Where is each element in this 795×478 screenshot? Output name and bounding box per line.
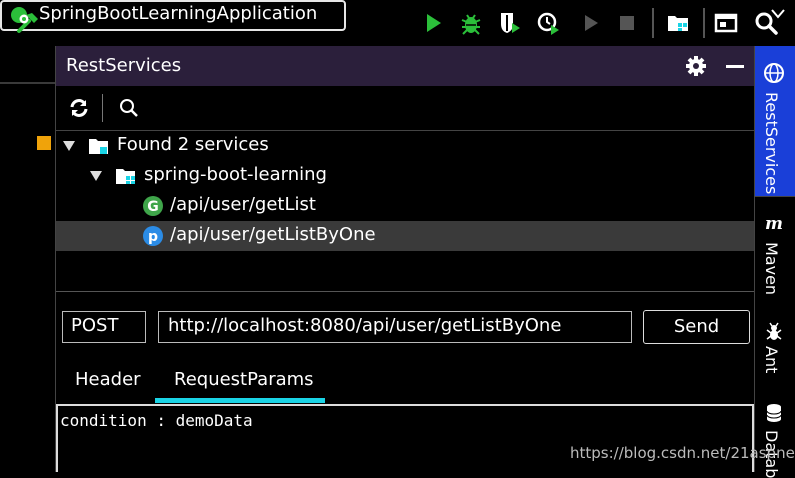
active-tab-indicator <box>155 398 325 403</box>
tab-request-params[interactable]: RequestParams <box>155 361 325 403</box>
database-icon[interactable] <box>763 402 785 424</box>
search-icon[interactable] <box>118 97 140 119</box>
tab-header[interactable]: Header <box>56 361 154 403</box>
presentation-mode-icon[interactable] <box>713 10 739 36</box>
stop-icon[interactable] <box>614 10 640 36</box>
right-tool-stripe: RestServices m Maven Ant Datab <box>754 46 795 478</box>
editor-area <box>0 46 56 472</box>
editor-tab-divider <box>0 82 56 84</box>
resume-icon[interactable] <box>578 10 604 36</box>
tree-node-endpoint[interactable]: G /api/user/getList <box>56 191 754 221</box>
warning-marker[interactable] <box>37 136 51 150</box>
maven-icon[interactable]: m <box>763 212 785 234</box>
tree-node-root[interactable]: Found 2 services <box>56 131 754 161</box>
ant-icon[interactable] <box>763 320 785 342</box>
toolbar-separator <box>102 94 103 122</box>
tree-node-endpoint-selected[interactable]: p /api/user/getListByOne <box>56 221 754 251</box>
expand-arrow-icon[interactable] <box>62 140 76 152</box>
panel-header: RestServices <box>56 46 754 86</box>
watermark-text: https://blog.csdn.net/21aspnet <box>570 444 795 462</box>
tree-node-label: spring-boot-learning <box>144 164 327 185</box>
send-button[interactable]: Send <box>643 310 750 344</box>
run-configuration-selector[interactable]: SpringBootLearningApplication <box>0 0 785 31</box>
request-params-text: condition : demoData <box>60 411 253 430</box>
toolbar-separator <box>703 8 705 38</box>
run-icon[interactable] <box>420 10 446 36</box>
stripe-label: RestServices <box>762 92 781 195</box>
send-button-label: Send <box>673 316 720 337</box>
panel-title: RestServices <box>66 55 182 76</box>
refresh-icon[interactable] <box>68 97 90 119</box>
tab-label: RequestParams <box>174 369 314 390</box>
stripe-item-maven[interactable]: Maven <box>762 242 781 295</box>
tree-node-label: Found 2 services <box>117 134 269 155</box>
debug-bug-icon[interactable] <box>458 10 484 36</box>
stripe-divider <box>755 196 795 197</box>
stripe-item-ant[interactable]: Ant <box>762 346 781 373</box>
services-tree: Found 2 services spring-boot-learning G … <box>56 131 754 292</box>
profiler-icon[interactable] <box>536 10 562 36</box>
globe-icon <box>764 63 784 83</box>
http-get-method-icon: G <box>143 196 163 216</box>
rest-services-panel: RestServices Found 2 services spring-boo… <box>56 46 754 472</box>
module-folder-icon <box>116 169 135 184</box>
expand-arrow-icon[interactable] <box>89 170 103 182</box>
spring-boot-icon <box>11 7 29 24</box>
url-input[interactable]: http://localhost:8080/api/user/getListBy… <box>158 311 632 343</box>
http-method-value: POST <box>71 315 119 336</box>
gear-icon[interactable] <box>684 54 708 78</box>
http-method-field[interactable]: POST <box>62 311 146 343</box>
svg-text:G: G <box>147 199 159 215</box>
folder-icon <box>89 139 108 154</box>
endpoint-path: /api/user/getList <box>170 194 316 215</box>
search-icon[interactable] <box>753 10 779 36</box>
panel-toolbar <box>56 86 754 131</box>
project-structure-icon[interactable] <box>665 10 691 36</box>
run-with-coverage-icon[interactable] <box>497 10 523 36</box>
svg-text:m: m <box>765 214 783 234</box>
minimize-icon[interactable] <box>724 54 746 78</box>
url-value: http://localhost:8080/api/user/getListBy… <box>168 315 562 336</box>
main-toolbar: SpringBootLearningApplication <box>0 0 795 46</box>
http-post-method-icon: p <box>143 226 163 246</box>
run-configuration-label: SpringBootLearningApplication <box>39 3 318 24</box>
tree-node-module[interactable]: spring-boot-learning <box>56 161 754 191</box>
endpoint-path: /api/user/getListByOne <box>170 224 376 245</box>
stripe-item-restservices[interactable]: RestServices <box>755 46 795 196</box>
svg-text:p: p <box>148 229 158 245</box>
toolbar-separator <box>652 8 654 38</box>
tab-label: Header <box>75 369 141 390</box>
